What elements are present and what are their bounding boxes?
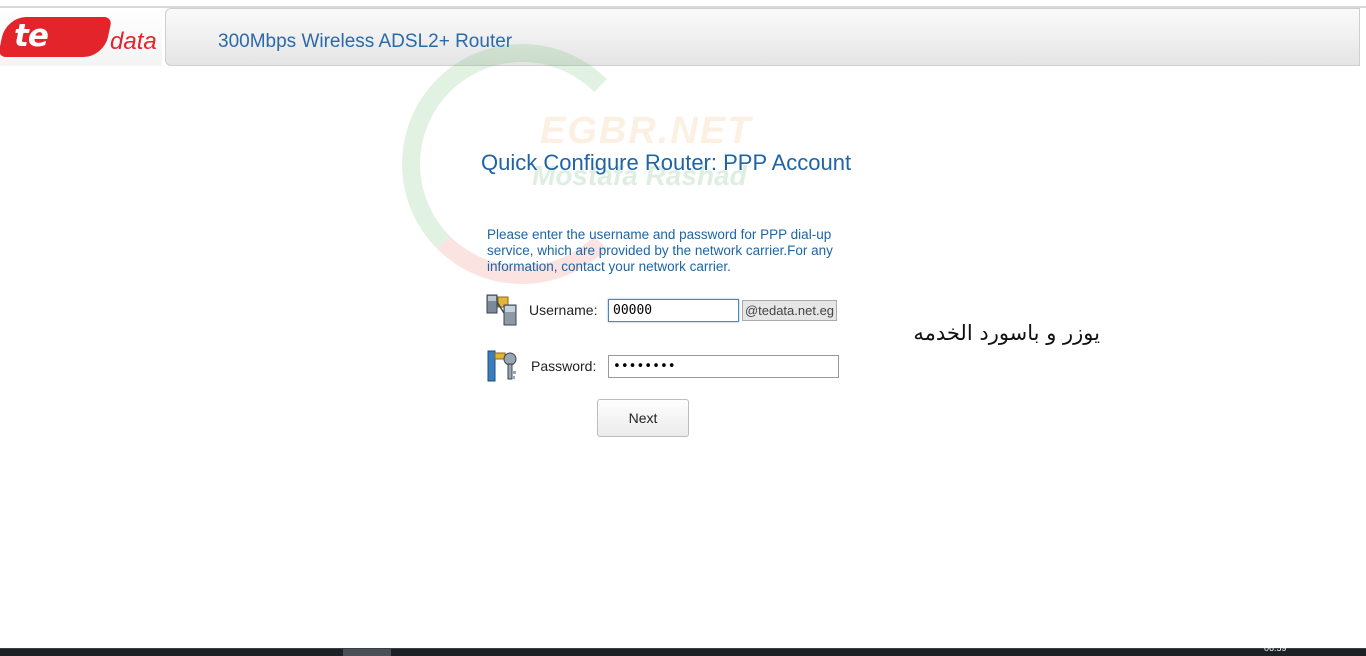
arabic-annotation: يوزر و باسورد الخدمه [913,321,1100,345]
logo-data-text: data [110,28,157,55]
logo-te-text: te [14,18,49,54]
router-config-page: te data 300Mbps Wireless ADSL2+ Router E… [0,0,1366,656]
taskbar: 06:59 [0,643,1366,656]
user-account-icon [485,293,519,327]
domain-suffix: @tedata.net.eg [742,300,837,321]
page-title: Quick Configure Router: PPP Account [481,150,852,175]
password-label: Password: [531,358,597,374]
username-label: Username: [529,302,598,318]
watermark-site-text: EGBR.NET [540,110,753,152]
instructions-text: Please enter the username and password f… [487,227,833,274]
password-input[interactable] [608,355,839,378]
taskbar-clock: 06:59 [1264,643,1287,653]
username-input[interactable] [608,299,739,322]
next-button[interactable]: Next [597,399,689,437]
tedata-logo: te data [0,8,162,66]
password-key-icon [486,349,520,383]
taskbar-active-item[interactable] [343,649,391,656]
